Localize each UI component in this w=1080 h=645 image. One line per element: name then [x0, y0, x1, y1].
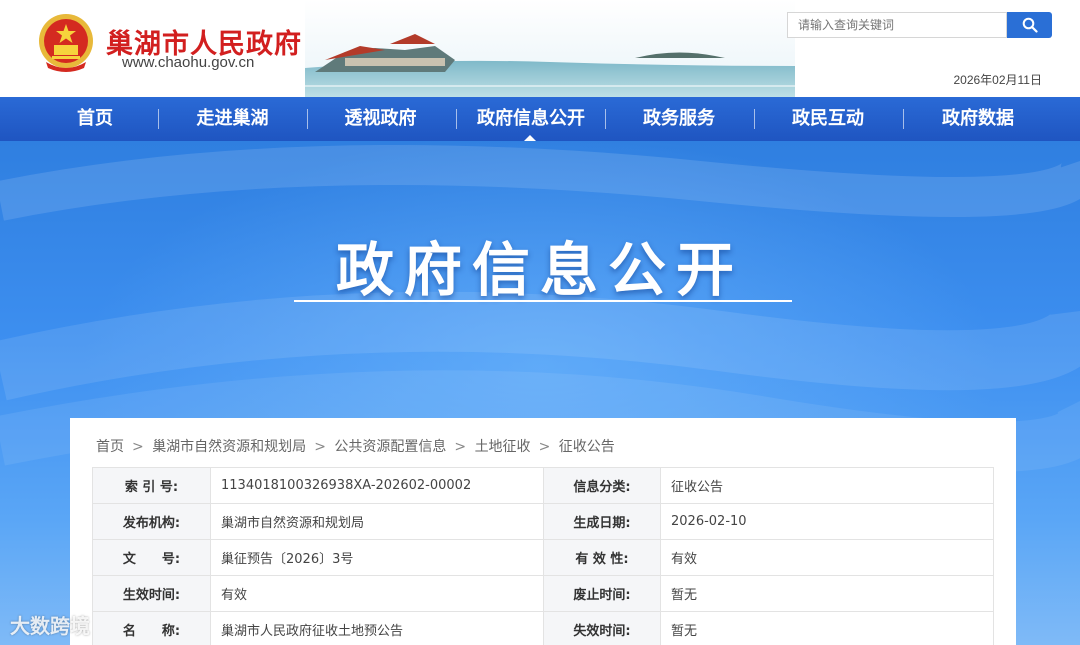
index-number-value: 1134018100326938XA-202602-00002: [210, 467, 544, 504]
publisher-value: 巢湖市自然资源和规划局: [210, 503, 544, 540]
active-nav-indicator: [524, 135, 536, 141]
category-value: 征收公告: [660, 467, 994, 504]
banner-underline: [294, 300, 792, 302]
table-row: 发布机构: 巢湖市自然资源和规划局 生成日期: 2026-02-10: [92, 503, 994, 540]
nav-separator: [605, 109, 606, 129]
table-row: 索 引 号: 1134018100326938XA-202602-00002 信…: [92, 467, 994, 504]
site-url: www.chaohu.gov.cn: [122, 54, 255, 71]
main-navigation: 首页 走进巢湖 透视政府 政府信息公开 政务服务 政民互动 政府数据: [0, 97, 1080, 141]
breadcrumb-item-home[interactable]: 首页: [96, 439, 124, 455]
repeal-time-label: 废止时间:: [543, 575, 661, 612]
breadcrumb-item-bureau[interactable]: 巢湖市自然资源和规划局: [152, 439, 306, 455]
breadcrumb-item-notice[interactable]: 征收公告: [559, 439, 615, 455]
nav-separator: [754, 109, 755, 129]
current-date: 2026年02月11日: [953, 73, 1042, 87]
effective-time-label: 生效时间:: [92, 575, 211, 612]
breadcrumb-separator: >: [314, 439, 326, 455]
index-number-label: 索 引 号:: [92, 467, 211, 504]
breadcrumb-separator: >: [538, 439, 551, 455]
created-date-value: 2026-02-10: [660, 503, 994, 540]
validity-value: 有效: [660, 539, 994, 576]
title-label: 名 称:: [92, 611, 211, 645]
nav-separator: [307, 109, 308, 129]
publisher-label: 发布机构:: [92, 503, 211, 540]
breadcrumb: 首页 > 巢湖市自然资源和规划局 > 公共资源配置信息 > 土地征收 > 征收公告: [96, 436, 619, 456]
document-number-value: 巢征预告〔2026〕3号: [210, 539, 544, 576]
document-info-table: 索 引 号: 1134018100326938XA-202602-00002 信…: [92, 467, 994, 645]
expiry-time-label: 失效时间:: [543, 611, 661, 645]
title-value: 巢湖市人民政府征收土地预公告: [210, 611, 544, 645]
category-label: 信息分类:: [543, 467, 661, 504]
table-row: 名 称: 巢湖市人民政府征收土地预公告 失效时间: 暂无: [92, 611, 994, 645]
table-row: 生效时间: 有效 废止时间: 暂无: [92, 575, 994, 612]
effective-time-value: 有效: [210, 575, 544, 612]
nav-separator: [903, 109, 904, 129]
national-emblem-icon: [39, 14, 93, 72]
search-button[interactable]: [1007, 12, 1052, 38]
breadcrumb-separator: >: [454, 439, 467, 455]
document-number-label: 文 号:: [92, 539, 211, 576]
search-icon: [1022, 17, 1038, 33]
watermark: 大数跨境: [10, 614, 90, 638]
nav-item-interaction[interactable]: 政民互动: [765, 97, 891, 141]
nav-item-about[interactable]: 走进巢湖: [170, 97, 295, 141]
breadcrumb-item-public-resources[interactable]: 公共资源配置信息: [334, 439, 446, 455]
content-card: 首页 > 巢湖市自然资源和规划局 > 公共资源配置信息 > 土地征收 > 征收公告 索 …: [70, 418, 1016, 645]
expiry-time-value: 暂无: [660, 611, 994, 645]
breadcrumb-separator: >: [132, 439, 144, 455]
repeal-time-value: 暂无: [660, 575, 994, 612]
nav-item-data[interactable]: 政府数据: [914, 97, 1042, 141]
nav-item-home[interactable]: 首页: [40, 97, 150, 141]
nav-item-services[interactable]: 政务服务: [615, 97, 743, 141]
created-date-label: 生成日期:: [543, 503, 661, 540]
validity-label: 有 效 性:: [543, 539, 661, 576]
breadcrumb-item-land-expropriation[interactable]: 土地征收: [475, 439, 531, 455]
lake-scenery-image: [305, 0, 795, 97]
site-header: 巢湖市人民政府 www.chaohu.gov.cn 2026年02月11日: [0, 0, 1080, 97]
nav-separator: [456, 109, 457, 129]
table-row: 文 号: 巢征预告〔2026〕3号 有 效 性: 有效: [92, 539, 994, 576]
nav-separator: [158, 109, 159, 129]
nav-item-government[interactable]: 透视政府: [318, 97, 443, 141]
search-input[interactable]: [787, 12, 1007, 38]
banner-title: 政府信息公开: [335, 236, 744, 304]
